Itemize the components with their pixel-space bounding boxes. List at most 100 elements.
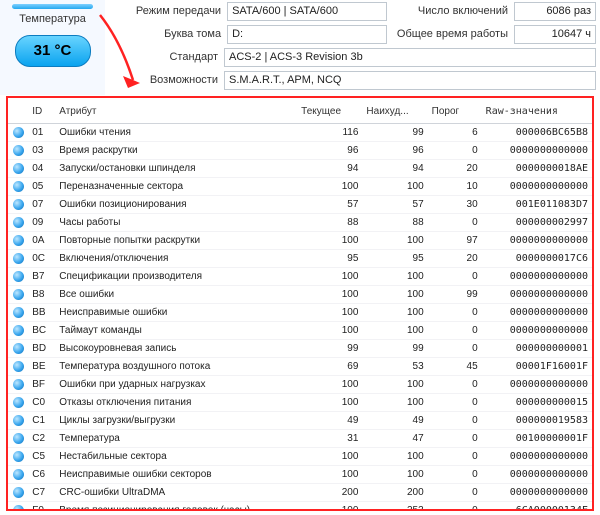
cell-attr: Спецификации производителя (55, 268, 297, 286)
cell-id: 0C (28, 250, 55, 268)
blue-ball-icon (13, 469, 24, 480)
blue-ball-icon (13, 433, 24, 444)
status-icon (8, 322, 28, 340)
cell-worst: 100 (362, 376, 427, 394)
smart-table: ID Атрибут Текущее Наихуд... Порог Raw-з… (8, 98, 592, 511)
table-row[interactable]: 09Часы работы88880000000002997 (8, 214, 592, 232)
table-row[interactable]: 05Переназначенные сектора100100100000000… (8, 178, 592, 196)
table-row[interactable]: BBНеисправимые ошибки1001000000000000000… (8, 304, 592, 322)
cell-current: 100 (297, 466, 362, 484)
cell-current: 96 (297, 142, 362, 160)
col-header-raw[interactable]: Raw-значения (482, 98, 592, 124)
cell-id: B8 (28, 286, 55, 304)
table-row[interactable]: C7CRC-ошибки UltraDMA2002000000000000000… (8, 484, 592, 502)
table-row[interactable]: BDВысокоуровневая запись9999000000000000… (8, 340, 592, 358)
table-row[interactable]: C6Неисправимые ошибки секторов1001000000… (8, 466, 592, 484)
cell-worst: 100 (362, 286, 427, 304)
blue-ball-icon (13, 289, 24, 300)
table-row[interactable]: BFОшибки при ударных нагрузках1001000000… (8, 376, 592, 394)
table-row[interactable]: C2Температура3147000100000001F (8, 430, 592, 448)
power-on-count-value: 6086 раз (514, 2, 596, 21)
cell-raw: 0000000000000 (482, 268, 592, 286)
table-row[interactable]: B8Все ошибки100100990000000000000 (8, 286, 592, 304)
cell-current: 100 (297, 394, 362, 412)
info-row-standard: Стандарт ACS-2 | ACS-3 Revision 3b (105, 46, 596, 68)
status-icon (8, 142, 28, 160)
cell-attr: Повторные попытки раскрутки (55, 232, 297, 250)
cell-id: BB (28, 304, 55, 322)
cell-current: 57 (297, 196, 362, 214)
standard-value: ACS-2 | ACS-3 Revision 3b (224, 48, 596, 67)
cell-attr: Отказы отключения питания (55, 394, 297, 412)
cell-worst: 95 (362, 250, 427, 268)
cell-raw: 0000000000000 (482, 286, 592, 304)
cell-raw: 0000000000000 (482, 322, 592, 340)
cell-worst: 100 (362, 304, 427, 322)
cell-raw: 0000000017C6 (482, 250, 592, 268)
cell-current: 88 (297, 214, 362, 232)
cell-current: 49 (297, 412, 362, 430)
table-row[interactable]: F0Время позиционирования головок (часы)1… (8, 502, 592, 512)
table-row[interactable]: 01Ошибки чтения116996000006BC65B8 (8, 124, 592, 142)
table-row[interactable]: 0CВключения/отключения9595200000000017C6 (8, 250, 592, 268)
status-icon (8, 268, 28, 286)
col-header-attr[interactable]: Атрибут (55, 98, 297, 124)
cell-threshold: 97 (428, 232, 482, 250)
cell-id: 09 (28, 214, 55, 232)
cell-raw: 000000000015 (482, 394, 592, 412)
transfer-mode-label: Режим передачи (105, 5, 227, 17)
cell-current: 100 (297, 376, 362, 394)
col-header-threshold[interactable]: Порог (428, 98, 482, 124)
status-icon (8, 196, 28, 214)
status-icon (8, 412, 28, 430)
features-label: Возможности (105, 74, 224, 86)
table-row[interactable]: C0Отказы отключения питания1001000000000… (8, 394, 592, 412)
col-header-id[interactable]: ID (28, 98, 55, 124)
table-row[interactable]: BCТаймаут команды10010000000000000000 (8, 322, 592, 340)
cell-worst: 100 (362, 394, 427, 412)
cell-attr: Часы работы (55, 214, 297, 232)
table-row[interactable]: C1Циклы загрузки/выгрузки494900000000195… (8, 412, 592, 430)
cell-threshold: 30 (428, 196, 482, 214)
table-row[interactable]: 07Ошибки позиционирования575730001E01108… (8, 196, 592, 214)
blue-ball-icon (13, 145, 24, 156)
table-row[interactable]: 0AПовторные попытки раскрутки10010097000… (8, 232, 592, 250)
col-header-current[interactable]: Текущее (297, 98, 362, 124)
cell-raw: 000000000001 (482, 340, 592, 358)
cell-current: 100 (297, 232, 362, 250)
smart-header-row: ID Атрибут Текущее Наихуд... Порог Raw-з… (8, 98, 592, 124)
blue-ball-icon (13, 163, 24, 174)
cell-threshold: 0 (428, 394, 482, 412)
blue-ball-icon (13, 217, 24, 228)
table-row[interactable]: C5Нестабильные сектора100100000000000000… (8, 448, 592, 466)
cell-attr: Ошибки чтения (55, 124, 297, 142)
table-row[interactable]: BEТемпература воздушного потока695345000… (8, 358, 592, 376)
blue-ball-icon (13, 451, 24, 462)
temperature-label: Температура (0, 13, 105, 25)
status-icon (8, 304, 28, 322)
cell-raw: 0000000000000 (482, 448, 592, 466)
cell-attr: Ошибки при ударных нагрузках (55, 376, 297, 394)
blue-ball-icon (13, 487, 24, 498)
col-header-icon[interactable] (8, 98, 28, 124)
cell-raw: 0000000000000 (482, 232, 592, 250)
cell-threshold: 99 (428, 286, 482, 304)
blue-ball-icon (13, 379, 24, 390)
table-row[interactable]: B7Спецификации производителя100100000000… (8, 268, 592, 286)
power-on-count-label: Число включений (387, 5, 514, 17)
col-header-worst[interactable]: Наихуд... (362, 98, 427, 124)
features-value: S.M.A.R.T., APM, NCQ (224, 71, 596, 90)
cell-id: B7 (28, 268, 55, 286)
table-row[interactable]: 03Время раскрутки969600000000000000 (8, 142, 592, 160)
info-row-features: Возможности S.M.A.R.T., APM, NCQ (105, 69, 596, 91)
blue-ball-icon (13, 325, 24, 336)
smart-table-container: ID Атрибут Текущее Наихуд... Порог Raw-з… (6, 96, 594, 511)
table-row[interactable]: 04Запуски/остановки шпинделя949420000000… (8, 160, 592, 178)
cell-worst: 100 (362, 466, 427, 484)
cell-raw: 0000000000000 (482, 304, 592, 322)
status-icon (8, 430, 28, 448)
cell-raw: 00100000001F (482, 430, 592, 448)
cell-id: C0 (28, 394, 55, 412)
total-hours-label: Общее время работы (387, 28, 514, 40)
cell-current: 100 (297, 448, 362, 466)
